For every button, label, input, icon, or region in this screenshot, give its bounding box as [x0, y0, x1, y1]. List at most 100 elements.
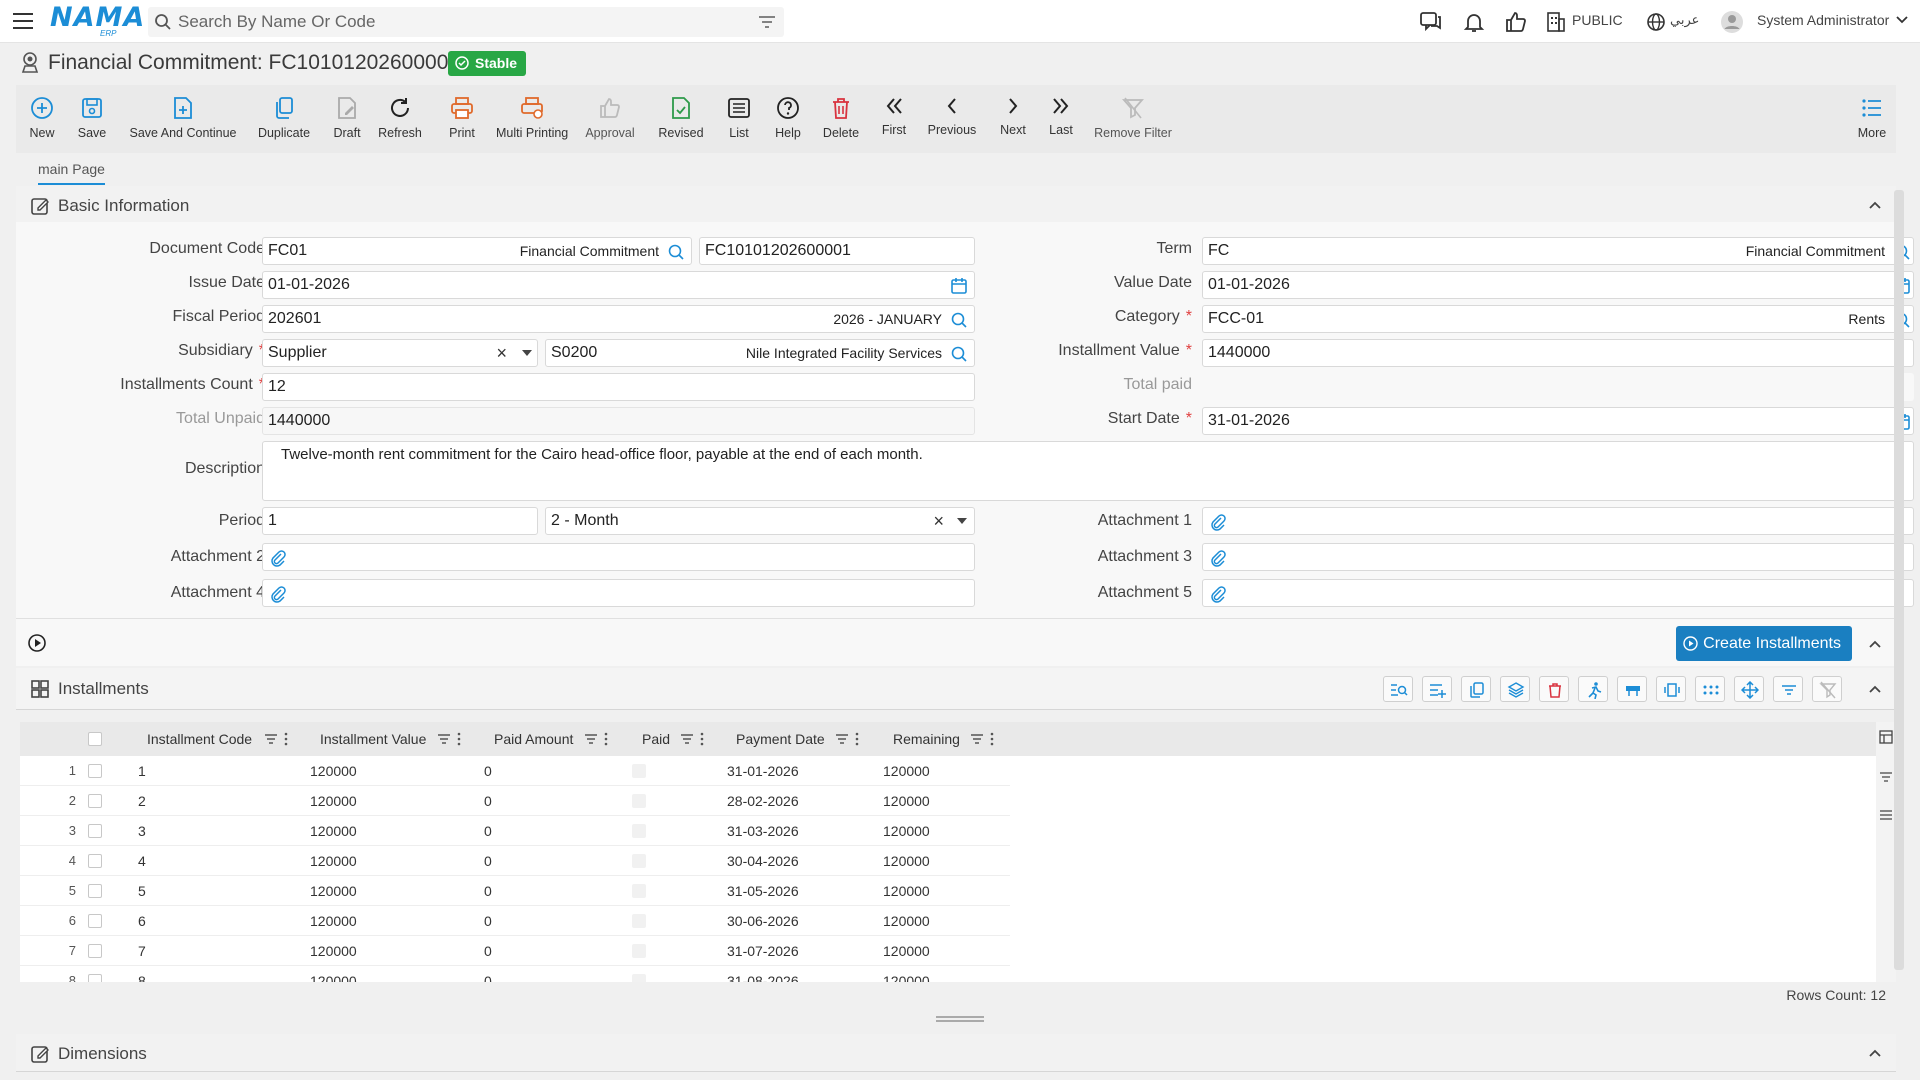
dropdown-caret-icon[interactable] [521, 349, 533, 357]
side-menu-icon[interactable] [1879, 808, 1893, 822]
list-button[interactable]: List [724, 85, 754, 153]
save-button[interactable]: Save [74, 85, 110, 153]
draft-button[interactable]: Draft [329, 85, 365, 153]
table-row[interactable]: 2 2 120000 0 28-02-2026 120000 [20, 786, 1010, 816]
create-installments-button[interactable]: Create Installments [1676, 626, 1852, 661]
column-header[interactable]: Paid [642, 731, 670, 747]
grid-filter-button[interactable] [1773, 676, 1803, 702]
thumbs-up-icon[interactable] [1504, 10, 1528, 34]
grid-add-row-button[interactable] [1422, 676, 1452, 702]
more-button[interactable]: More [1856, 85, 1888, 153]
previous-button[interactable]: Previous [924, 85, 980, 153]
dropdown-caret-icon[interactable] [956, 517, 968, 525]
paid-checkbox[interactable] [632, 764, 646, 778]
attachment3-field[interactable] [1202, 543, 1914, 571]
row-checkbox[interactable] [88, 854, 102, 868]
paid-checkbox[interactable] [632, 914, 646, 928]
lookup-search-icon[interactable] [667, 243, 685, 261]
paid-checkbox[interactable] [632, 974, 646, 982]
grid-delete-button[interactable] [1539, 676, 1569, 702]
new-button[interactable]: New [26, 85, 58, 153]
page-scrollbar[interactable] [1894, 190, 1904, 970]
table-row[interactable]: 3 3 120000 0 31-03-2026 120000 [20, 816, 1010, 846]
table-settings-icon[interactable] [1879, 730, 1893, 744]
bell-icon[interactable] [1462, 10, 1486, 34]
row-checkbox[interactable] [88, 884, 102, 898]
remove-filter-button[interactable]: Remove Filter [1094, 85, 1172, 153]
row-checkbox[interactable] [88, 764, 102, 778]
column-header[interactable]: Remaining [893, 731, 960, 747]
column-menu-icon[interactable] [584, 732, 610, 746]
paperclip-icon[interactable] [1209, 513, 1227, 531]
revised-button[interactable]: Revised [656, 85, 706, 153]
first-button[interactable]: First [880, 85, 908, 153]
attachment5-field[interactable] [1202, 579, 1914, 607]
paperclip-icon[interactable] [269, 549, 287, 567]
category-field[interactable]: FCC-01 Rents [1202, 305, 1914, 333]
column-menu-icon[interactable] [835, 732, 861, 746]
grid-search-button[interactable] [1383, 676, 1413, 702]
chevron-up-icon[interactable] [1868, 684, 1882, 694]
menu-icon[interactable] [13, 13, 33, 29]
chevron-up-icon[interactable] [1868, 639, 1882, 649]
subsidiary-code-field[interactable]: S0200 Nile Integrated Facility Services [545, 339, 975, 367]
side-filter-icon[interactable] [1879, 770, 1893, 784]
next-button[interactable]: Next [996, 85, 1030, 153]
column-header[interactable]: Installment Code [147, 731, 252, 747]
column-menu-icon[interactable] [437, 732, 463, 746]
duplicate-button[interactable]: Duplicate [256, 85, 312, 153]
paperclip-icon[interactable] [1209, 585, 1227, 603]
logo[interactable]: NAMA ERP [50, 4, 144, 38]
lookup-search-icon[interactable] [950, 345, 968, 363]
help-button[interactable]: Help [772, 85, 804, 153]
basic-information-header[interactable]: Basic Information [16, 186, 1896, 224]
attachment1-field[interactable] [1202, 507, 1914, 535]
grid-columns-button[interactable] [1656, 676, 1686, 702]
paperclip-icon[interactable] [269, 585, 287, 603]
lookup-search-icon[interactable] [950, 311, 968, 329]
start-date-field[interactable]: 31-01-2026 [1202, 407, 1914, 435]
subsidiary-type-select[interactable]: Supplier × [262, 339, 538, 367]
chat-icon[interactable] [1419, 10, 1443, 34]
search-input[interactable] [178, 7, 738, 37]
issue-date-field[interactable]: 01-01-2026 [262, 271, 975, 299]
table-row[interactable]: 7 7 120000 0 31-07-2026 120000 [20, 936, 1010, 966]
print-button[interactable]: Print [446, 85, 478, 153]
chevron-up-icon[interactable] [1868, 200, 1882, 210]
language-label[interactable]: عربي [1670, 12, 1699, 28]
clear-icon[interactable]: × [933, 508, 944, 534]
building-icon[interactable] [1546, 10, 1566, 34]
avatar[interactable] [1720, 10, 1744, 34]
table-row[interactable]: 6 6 120000 0 30-06-2026 120000 [20, 906, 1010, 936]
row-checkbox[interactable] [88, 824, 102, 838]
user-name[interactable]: System Administrator [1757, 12, 1889, 28]
multi-printing-button[interactable]: Multi Printing [496, 85, 568, 153]
paid-checkbox[interactable] [632, 884, 646, 898]
table-row[interactable]: 1 1 120000 0 31-01-2026 120000 [20, 756, 1010, 786]
attachment4-field[interactable] [262, 579, 975, 607]
paperclip-icon[interactable] [1209, 549, 1227, 567]
paid-checkbox[interactable] [632, 794, 646, 808]
grid-dots-button[interactable] [1695, 676, 1725, 702]
chevron-up-icon[interactable] [1868, 1048, 1882, 1058]
row-checkbox[interactable] [88, 794, 102, 808]
paid-checkbox[interactable] [632, 944, 646, 958]
calendar-icon[interactable] [950, 277, 968, 295]
grid-pin-button[interactable] [1617, 676, 1647, 702]
dimensions-header[interactable]: Dimensions [16, 1034, 1896, 1072]
grid-move-button[interactable] [1734, 676, 1764, 702]
tab-main-page[interactable]: main Page [38, 161, 105, 185]
delete-button[interactable]: Delete [821, 85, 861, 153]
document-code-field[interactable]: FC01 Financial Commitment [262, 237, 692, 265]
column-header[interactable]: Installment Value [320, 731, 426, 747]
description-field[interactable]: Twelve-month rent commitment for the Cai… [262, 441, 1914, 501]
chevron-down-icon[interactable] [1895, 15, 1909, 25]
table-row[interactable]: 8 8 120000 0 31-08-2026 120000 [20, 966, 1010, 982]
table-row[interactable]: 4 4 120000 0 30-04-2026 120000 [20, 846, 1010, 876]
value-date-field[interactable]: 01-01-2026 [1202, 271, 1914, 299]
installments-header[interactable]: Installments [16, 668, 1896, 710]
play-circle-icon[interactable] [27, 633, 47, 653]
row-checkbox[interactable] [88, 944, 102, 958]
grid-layers-button[interactable] [1500, 676, 1530, 702]
grid-copy-button[interactable] [1461, 676, 1491, 702]
